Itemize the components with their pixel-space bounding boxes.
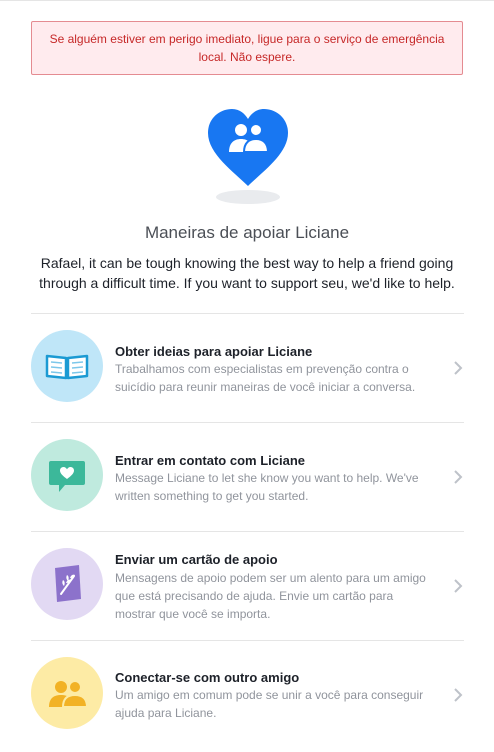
option-description: Message Liciane to let she know you want… — [115, 471, 419, 503]
option-connect-friend[interactable]: Conectar-se com outro amigo Um amigo em … — [31, 641, 464, 749]
friends-heart-icon — [204, 106, 292, 206]
option-description: Trabalhamos com especialistas em prevenç… — [115, 362, 416, 394]
chevron-right-icon — [452, 578, 464, 594]
card-icon — [31, 548, 103, 620]
friends-icon — [31, 657, 103, 729]
chevron-right-icon — [452, 687, 464, 703]
option-title: Entrar em contato com Liciane — [115, 453, 305, 468]
intro-text: Rafael, it can be tough knowing the best… — [39, 255, 455, 291]
option-contact[interactable]: Entrar em contato com Liciane Message Li… — [31, 423, 464, 531]
option-title: Obter ideias para apoiar Liciane — [115, 344, 313, 359]
option-get-ideas[interactable]: Obter ideias para apoiar Liciane Trabalh… — [31, 314, 464, 422]
top-border — [0, 0, 494, 1]
emergency-alert: Se alguém estiver em perigo imediato, li… — [31, 21, 463, 75]
option-send-card[interactable]: Enviar um cartão de apoio Mensagens de a… — [31, 532, 464, 640]
book-icon — [31, 330, 103, 402]
option-description: Um amigo em comum pode se unir a você pa… — [115, 688, 424, 720]
chevron-right-icon — [452, 360, 464, 376]
message-heart-icon — [31, 439, 103, 511]
option-title: Enviar um cartão de apoio — [115, 552, 278, 567]
page-title: Maneiras de apoiar Liciane — [144, 223, 350, 242]
emergency-alert-text: Se alguém estiver em perigo imediato, li… — [49, 32, 445, 64]
option-description: Mensagens de apoio podem ser um alento p… — [115, 571, 426, 621]
chevron-right-icon — [452, 469, 464, 485]
option-title: Conectar-se com outro amigo — [115, 670, 300, 685]
